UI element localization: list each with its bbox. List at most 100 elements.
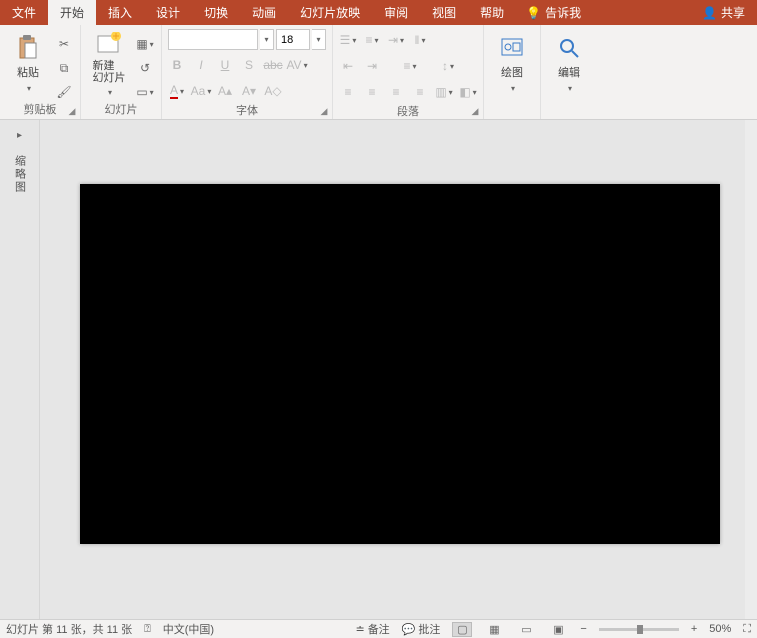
clipboard-group-label: 剪贴板 xyxy=(6,101,74,119)
zoom-slider-thumb[interactable] xyxy=(637,625,643,634)
language-indicator[interactable]: 中文(中国) xyxy=(163,621,214,637)
tab-transitions[interactable]: 切换 xyxy=(192,0,240,25)
align-button[interactable]: ≡ xyxy=(401,57,419,75)
normal-view-button[interactable]: ▢ xyxy=(452,622,472,637)
strike-button[interactable]: abc xyxy=(264,56,282,74)
list-level-button[interactable]: ⇥ xyxy=(387,31,405,49)
group-paragraph: ☰ ≡ ⇥ ‖ ⇤ ⇥ ≡ ↕ ≡ ≡ ≡ ≡ ▥ ◧ 段落 xyxy=(333,25,484,119)
grow-font-button[interactable]: A▴ xyxy=(216,82,234,100)
tell-me[interactable]: 💡 告诉我 xyxy=(516,4,591,21)
tab-help[interactable]: 帮助 xyxy=(468,0,516,25)
paste-button[interactable]: 粘贴 xyxy=(6,29,50,99)
slide[interactable] xyxy=(80,184,720,544)
zoom-in-button[interactable]: + xyxy=(691,623,697,635)
status-bar: 幻灯片 第 11 张，共 11 张 ⍰ 中文(中国) ≐备注 💬批注 ▢ ▦ ▭… xyxy=(0,619,757,638)
font-name-input[interactable] xyxy=(168,29,258,50)
section-button[interactable]: ▭ xyxy=(135,83,155,101)
brush-icon: 🖌 xyxy=(56,85,71,99)
shrink-font-button[interactable]: A▾ xyxy=(240,82,258,100)
bold-button[interactable]: B xyxy=(168,56,186,74)
tab-insert[interactable]: 插入 xyxy=(96,0,144,25)
zoom-slider[interactable] xyxy=(599,628,679,631)
spellcheck-icon[interactable]: ⍰ xyxy=(144,623,151,636)
vertical-scrollbar[interactable] xyxy=(745,120,757,619)
group-font: ▾ ▾ B I U S abc AV A Aa A▴ A▾ A◇ 字体 ◢ xyxy=(162,25,333,119)
zoom-out-button[interactable]: − xyxy=(580,623,586,635)
slides-group-label: 幻灯片 xyxy=(87,101,155,119)
group-clipboard: 粘贴 ✂ ⧉ 🖌 剪贴板 ◢ xyxy=(0,25,81,119)
slideshow-view-button[interactable]: ▣ xyxy=(548,622,568,637)
format-painter-button[interactable]: 🖌 xyxy=(54,83,74,101)
line-spacing-button[interactable]: ‖ xyxy=(411,31,429,49)
zoom-level[interactable]: 50% xyxy=(709,623,731,635)
comments-icon: 💬 xyxy=(402,623,416,636)
comments-label: 批注 xyxy=(418,621,440,637)
workspace: ▸ 缩略图 xyxy=(0,120,757,619)
share-button[interactable]: 👤 共享 xyxy=(690,4,757,21)
align-center-button[interactable]: ≡ xyxy=(363,83,381,101)
font-color-button[interactable]: A xyxy=(168,82,186,100)
ribbon: 粘贴 ✂ ⧉ 🖌 剪贴板 ◢ 新建 幻灯片 ▦ ↺ ▭ xyxy=(0,25,757,120)
layout-button[interactable]: ▦ xyxy=(135,35,155,53)
tab-design[interactable]: 设计 xyxy=(144,0,192,25)
increase-indent-button[interactable]: ⇥ xyxy=(363,57,381,75)
smartart-button[interactable]: ◧ xyxy=(459,83,477,101)
bullets-button[interactable]: ☰ xyxy=(339,31,357,49)
align-left-button[interactable]: ≡ xyxy=(339,83,357,101)
clipboard-dialog-launcher[interactable]: ◢ xyxy=(66,105,78,117)
tab-animations[interactable]: 动画 xyxy=(240,0,288,25)
editing-button[interactable]: 编辑 xyxy=(547,29,591,99)
expand-thumbnails-button[interactable]: ▸ xyxy=(17,130,22,141)
tab-slideshow[interactable]: 幻灯片放映 xyxy=(288,0,372,25)
reset-icon: ↺ xyxy=(140,61,150,75)
shadow-button[interactable]: S xyxy=(240,56,258,74)
drawing-group-label xyxy=(490,115,534,117)
char-spacing-button[interactable]: AV xyxy=(288,56,306,74)
tab-view[interactable]: 视图 xyxy=(420,0,468,25)
new-slide-icon xyxy=(95,30,123,58)
reading-view-button[interactable]: ▭ xyxy=(516,622,536,637)
font-size-input[interactable] xyxy=(276,29,310,50)
comments-button[interactable]: 💬批注 xyxy=(402,621,441,637)
fit-to-window-button[interactable]: ⛶ xyxy=(743,623,751,636)
clear-format-button[interactable]: A◇ xyxy=(264,82,282,100)
reset-button[interactable]: ↺ xyxy=(135,59,155,77)
cut-button[interactable]: ✂ xyxy=(54,35,74,53)
paste-label: 粘贴 xyxy=(17,64,39,80)
font-group-label: 字体 xyxy=(168,102,326,120)
paragraph-dialog-launcher[interactable]: ◢ xyxy=(469,105,481,117)
new-slide-button[interactable]: 新建 幻灯片 xyxy=(87,29,131,99)
font-name-dropdown[interactable]: ▾ xyxy=(260,29,274,50)
decrease-indent-button[interactable]: ⇤ xyxy=(339,57,357,75)
tab-home[interactable]: 开始 xyxy=(48,0,96,25)
tell-me-label: 告诉我 xyxy=(545,4,581,21)
justify-button[interactable]: ≡ xyxy=(411,83,429,101)
italic-button[interactable]: I xyxy=(192,56,210,74)
search-icon xyxy=(555,34,583,62)
layout-icon: ▦ xyxy=(136,37,147,51)
new-slide-label: 新建 幻灯片 xyxy=(93,60,126,84)
numbering-button[interactable]: ≡ xyxy=(363,31,381,49)
slide-sorter-button[interactable]: ▦ xyxy=(484,622,504,637)
notes-icon: ≐ xyxy=(355,623,364,636)
underline-button[interactable]: U xyxy=(216,56,234,74)
paste-icon xyxy=(14,34,42,62)
group-slides: 新建 幻灯片 ▦ ↺ ▭ 幻灯片 xyxy=(81,25,162,119)
tab-review[interactable]: 审阅 xyxy=(372,0,420,25)
columns-button[interactable]: ▥ xyxy=(435,83,453,101)
ribbon-tabs: 文件 开始 插入 设计 切换 动画 幻灯片放映 审阅 视图 帮助 💡 告诉我 👤… xyxy=(0,0,757,25)
notes-button[interactable]: ≐备注 xyxy=(355,621,389,637)
paste-dropdown-icon xyxy=(25,82,31,94)
editing-group-label xyxy=(547,115,591,117)
drawing-button[interactable]: 绘图 xyxy=(490,29,534,99)
change-case-button[interactable]: Aa xyxy=(192,82,210,100)
tab-file[interactable]: 文件 xyxy=(0,0,48,25)
slide-counter[interactable]: 幻灯片 第 11 张，共 11 张 xyxy=(6,621,132,637)
align-right-button[interactable]: ≡ xyxy=(387,83,405,101)
section-icon: ▭ xyxy=(136,85,147,99)
text-direction-button[interactable]: ↕ xyxy=(439,57,457,75)
lightbulb-icon: 💡 xyxy=(526,6,541,20)
font-dialog-launcher[interactable]: ◢ xyxy=(318,105,330,117)
copy-button[interactable]: ⧉ xyxy=(54,59,74,77)
font-size-dropdown[interactable]: ▾ xyxy=(312,29,326,50)
